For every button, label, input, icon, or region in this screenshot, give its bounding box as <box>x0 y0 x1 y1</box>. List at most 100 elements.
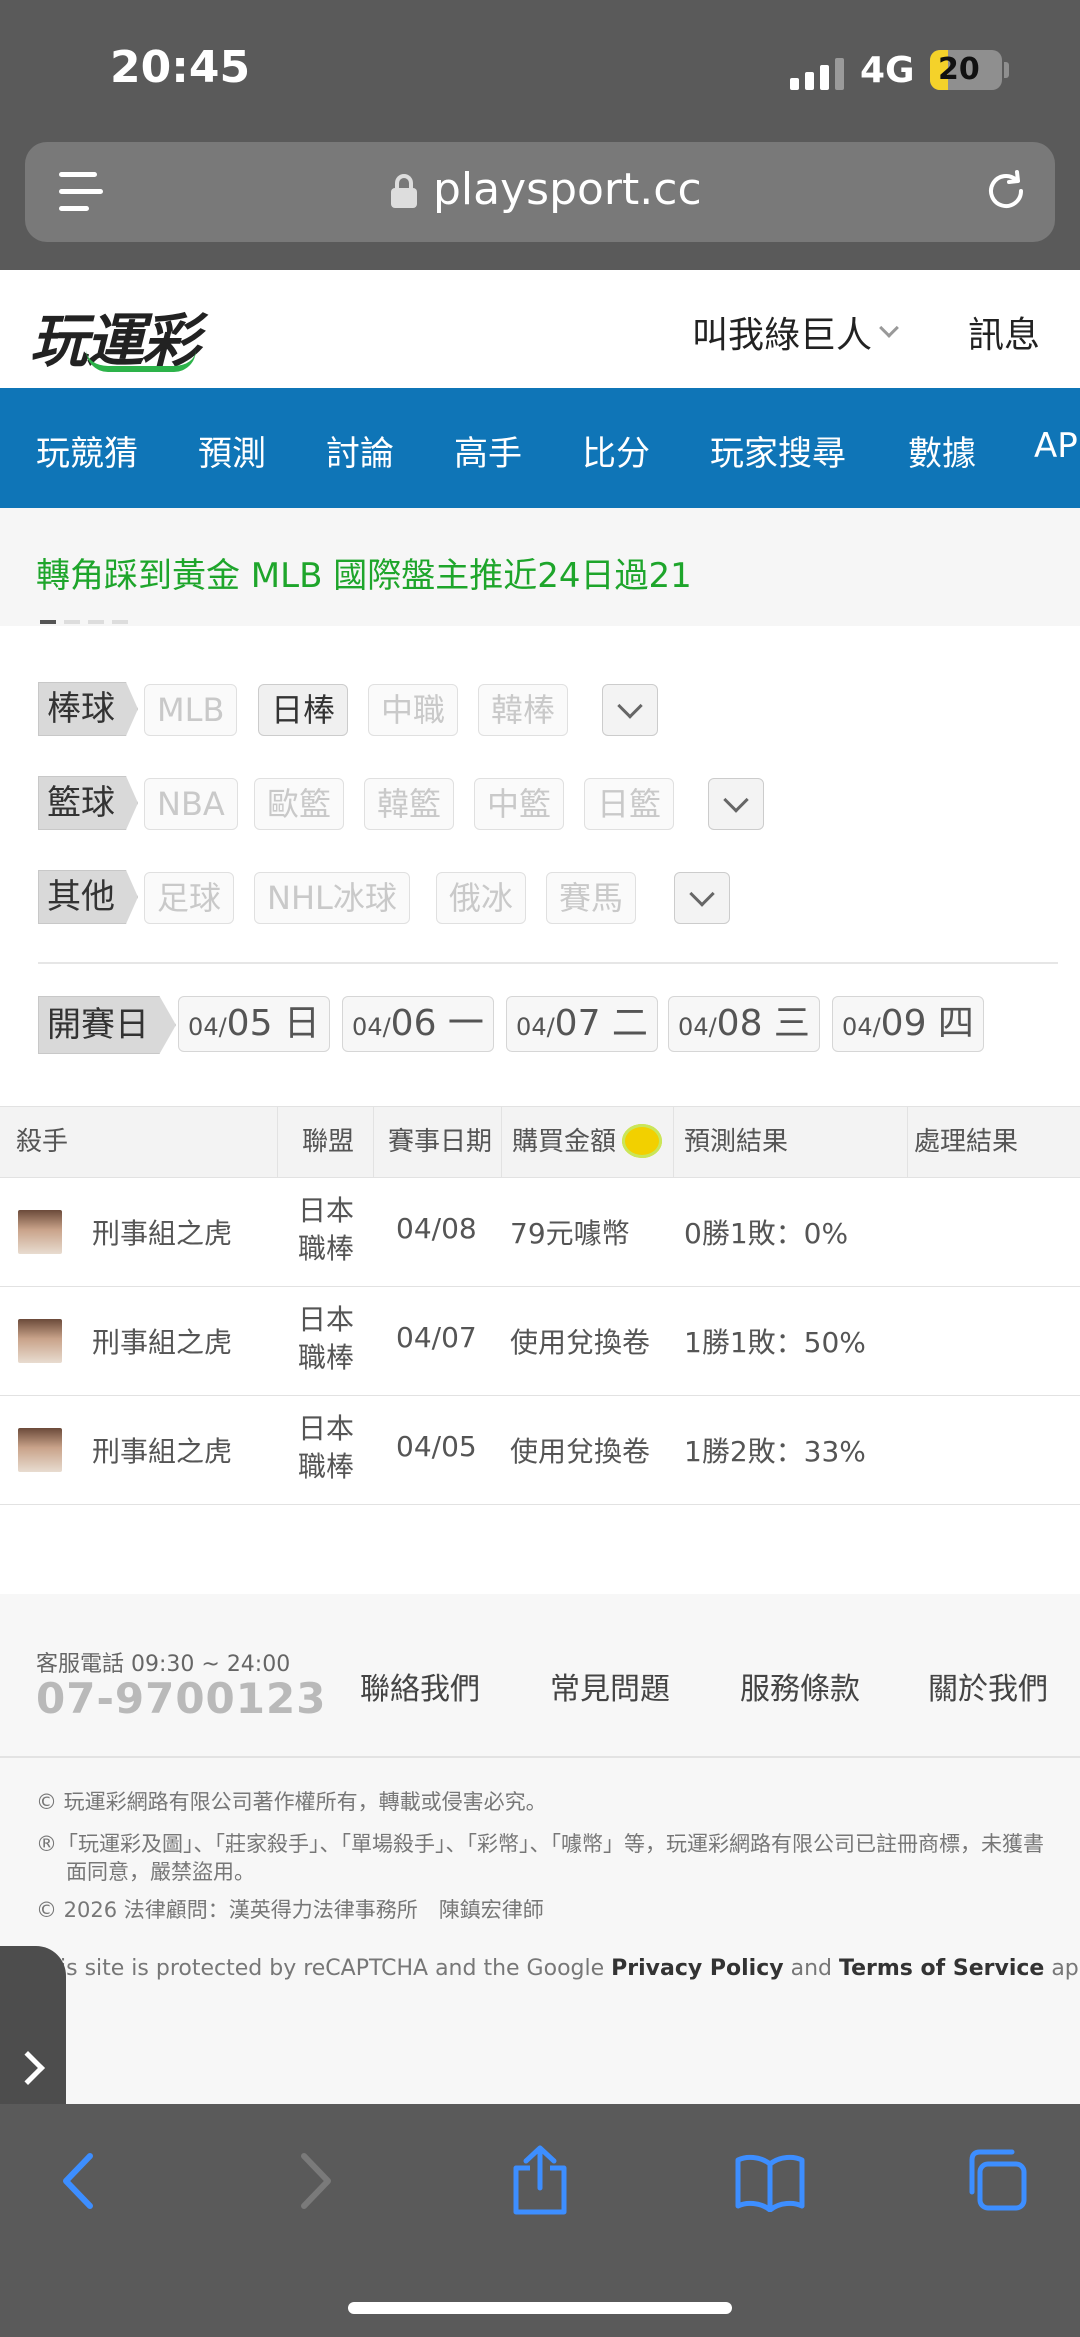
site-header: 玩運彩 叫我綠巨人 訊息 <box>0 270 1080 388</box>
browser-top-chrome: 20:45 4G 20 playsport.cc <box>0 0 1080 270</box>
privacy-policy-link[interactable]: Privacy Policy <box>611 1956 783 1981</box>
nav-item-data[interactable]: 數據 <box>908 426 976 475</box>
bookmarks-icon[interactable] <box>734 2152 806 2212</box>
nav-item-scores[interactable]: 比分 <box>582 426 650 475</box>
amount-cell: 79元噱幣 <box>510 1217 630 1250</box>
column-header: 處理結果 <box>914 1127 1019 1157</box>
filter-row-basketball: 籃球 NBA 歐籃 韓籃 中籃 日籃 <box>38 776 1058 832</box>
reload-icon[interactable] <box>983 168 1029 214</box>
nav-item-player-search[interactable]: 玩家搜尋 <box>710 426 846 475</box>
filter-row-other: 其他 足球 NHL冰球 俄冰 賽馬 <box>38 870 1058 926</box>
tabs-icon[interactable] <box>964 2148 1028 2212</box>
coin-icon <box>622 1123 663 1158</box>
league-chip[interactable]: 歐籃 <box>254 778 345 830</box>
chevron-down-icon <box>723 787 749 813</box>
table-row[interactable]: 刑事組之虎 日本職棒 04/08 79元噱幣 0勝1敗：0% <box>0 1178 1080 1287</box>
footer-link-about[interactable]: 關於我們 <box>928 1664 1048 1708</box>
nav-item-experts[interactable]: 高手 <box>454 426 522 475</box>
league-chip[interactable]: 日籃 <box>584 778 675 830</box>
date-chip[interactable]: 04/07 二 <box>506 996 658 1052</box>
column-header: 賽事日期 <box>374 1107 502 1177</box>
avatar <box>18 1319 62 1363</box>
date-chip[interactable]: 04/06 一 <box>342 996 494 1052</box>
pagination-dot[interactable] <box>112 620 128 624</box>
date-cell: 04/08 <box>396 1212 477 1245</box>
column-header: 預測結果 <box>674 1107 908 1177</box>
address-bar[interactable]: playsport.cc <box>25 142 1055 242</box>
date-chip[interactable]: 04/09 四 <box>832 996 984 1052</box>
date-label: 開賽日 <box>38 996 176 1054</box>
table-row[interactable]: 刑事組之虎 日本職棒 04/05 使用兌換卷 1勝2敗：33% <box>0 1396 1080 1505</box>
league-chip[interactable]: NBA <box>144 778 238 830</box>
column-header: 購買金額 <box>512 1127 617 1157</box>
nav-item-discuss[interactable]: 討論 <box>326 426 394 475</box>
divider <box>38 962 1058 964</box>
pagination-dot[interactable] <box>88 620 104 624</box>
column-header: 聯盟 <box>278 1107 374 1177</box>
date-month: 04/ <box>678 1013 717 1041</box>
league-chip-selected[interactable]: 日棒 <box>258 684 349 736</box>
messages-link[interactable]: 訊息 <box>968 306 1040 358</box>
pagination-dot[interactable] <box>40 620 56 624</box>
killer-name[interactable]: 刑事組之虎 <box>92 1212 232 1252</box>
logo-swoosh <box>86 350 196 372</box>
user-menu[interactable]: 叫我綠巨人 <box>692 306 899 358</box>
expand-baseball-button[interactable] <box>602 684 658 736</box>
column-header-amount: 購買金額 <box>502 1107 674 1177</box>
recaptcha-apply: apply. <box>1051 1956 1080 1981</box>
date-chip[interactable]: 04/05 日 <box>178 996 330 1052</box>
league-chip[interactable]: MLB <box>144 684 238 736</box>
back-icon[interactable] <box>56 2148 104 2214</box>
footer-divider <box>0 1756 1080 1758</box>
chevron-down-icon <box>689 881 715 907</box>
chevron-right-icon <box>11 2051 45 2085</box>
chevron-down-icon <box>617 693 643 719</box>
status-time: 20:45 <box>110 42 251 93</box>
news-ticker: 轉角踩到黃金 MLB 國際盤主推近24日過21 <box>0 508 1080 626</box>
league-chip[interactable]: 韓棒 <box>478 684 569 736</box>
chevron-down-icon <box>879 318 899 338</box>
expand-basketball-button[interactable] <box>708 778 764 830</box>
killer-name[interactable]: 刑事組之虎 <box>92 1430 232 1470</box>
nav-item-predict[interactable]: 預測 <box>198 426 266 475</box>
killer-name[interactable]: 刑事組之虎 <box>92 1321 232 1361</box>
pagination-dot[interactable] <box>64 620 80 624</box>
league-chip[interactable]: 賽馬 <box>546 872 637 924</box>
league-chip[interactable]: NHL冰球 <box>254 872 410 924</box>
forward-icon[interactable] <box>290 2148 338 2214</box>
expand-other-button[interactable] <box>674 872 730 924</box>
copyright-text: © 玩運彩網路有限公司著作權所有，轉載或侵害必究。 <box>36 1790 547 1814</box>
footer-link-terms[interactable]: 服務條款 <box>740 1664 860 1708</box>
service-phone[interactable]: 07-9700123 <box>36 1674 326 1723</box>
nav-item-app[interactable]: AP <box>1034 426 1078 466</box>
filter-row-baseball: 棒球 MLB 日棒 中職 韓棒 <box>38 682 1058 738</box>
recaptcha-and: and <box>783 1956 839 1981</box>
league-chip[interactable]: 中籃 <box>474 778 565 830</box>
league-chip[interactable]: 中職 <box>368 684 459 736</box>
recaptcha-text: is site is protected by reCAPTCHA and th… <box>60 1956 612 1981</box>
league-cell: 日本職棒 <box>297 1412 354 1483</box>
category-label: 其他 <box>38 870 138 924</box>
ticker-headline[interactable]: 轉角踩到黃金 MLB 國際盤主推近24日過21 <box>36 548 692 597</box>
result-cell: 1勝2敗：33% <box>684 1435 866 1468</box>
terms-of-service-link[interactable]: Terms of Service <box>839 1956 1044 1981</box>
league-chip[interactable]: 俄冰 <box>436 872 527 924</box>
date-cell: 04/05 <box>396 1430 477 1463</box>
home-indicator[interactable] <box>348 2302 732 2314</box>
league-chip[interactable]: 韓籃 <box>364 778 455 830</box>
amount-cell: 使用兌換卷 <box>510 1435 651 1468</box>
table-row[interactable]: 刑事組之虎 日本職棒 04/07 使用兌換卷 1勝1敗：50% <box>0 1287 1080 1396</box>
footer-link-faq[interactable]: 常見問題 <box>550 1664 670 1708</box>
date-chip[interactable]: 04/08 三 <box>668 996 820 1052</box>
league-chip[interactable]: 足球 <box>144 872 235 924</box>
share-icon[interactable] <box>508 2144 572 2216</box>
date-month: 04/ <box>516 1013 555 1041</box>
url-text[interactable]: playsport.cc <box>433 164 702 215</box>
ticker-pagination <box>40 620 128 624</box>
footer-link-contact[interactable]: 聯絡我們 <box>360 1664 480 1708</box>
nav-item-guess[interactable]: 玩競猜 <box>36 426 138 475</box>
date-cell: 04/07 <box>396 1321 477 1354</box>
battery-tip <box>1004 62 1009 78</box>
page-menu-icon[interactable] <box>59 172 103 212</box>
trademark-text: ®「玩運彩及圖」、「莊家殺手」、「單場殺手」、「彩幣」、「噱幣」等，玩運彩網路有… <box>36 1832 1044 1884</box>
